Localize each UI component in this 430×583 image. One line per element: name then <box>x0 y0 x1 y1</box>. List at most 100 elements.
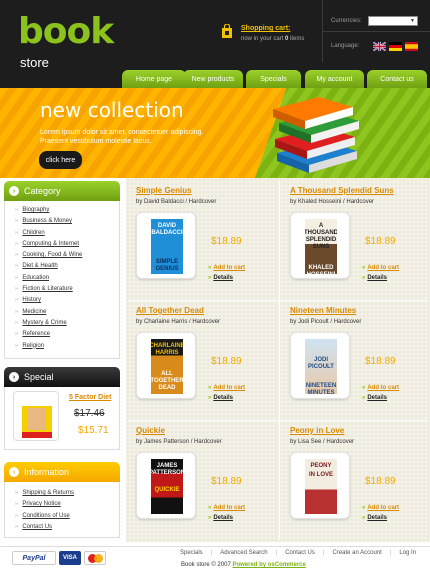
category-link[interactable]: ›› Biography <box>15 205 119 216</box>
book-cover: PEONY IN LOVE <box>305 459 337 514</box>
special-new-price: $15.71 <box>78 425 109 436</box>
footer-link-contact-us[interactable]: Contact Us <box>285 550 315 556</box>
category-link[interactable]: ›› Cooking, Food & Wine <box>15 250 119 261</box>
category-link[interactable]: ›› History <box>15 295 119 306</box>
product-image[interactable]: JODI PICOULT NINETEEN MINUTES <box>290 332 350 399</box>
tab-specials[interactable]: Specials <box>246 70 301 88</box>
special-product-image[interactable] <box>13 391 59 441</box>
product-title[interactable]: Quickie <box>136 426 165 435</box>
flag-spain-icon[interactable] <box>405 42 418 51</box>
chevron-right-icon: › <box>9 467 19 477</box>
add-to-cart-link[interactable]: » Add to cart <box>208 505 245 511</box>
product-author: by Charlaine Harris / Hardcover <box>136 319 221 325</box>
product-price: $18.89 <box>365 356 396 367</box>
special-box: › Special 5 Factor Diet $17.46 $15.71 <box>4 367 120 450</box>
footer-link-create-account[interactable]: Create an Account <box>332 550 381 556</box>
information-link[interactable]: ›› Privacy Notice <box>15 499 119 510</box>
product-price: $18.89 <box>365 476 396 487</box>
category-link[interactable]: ›› Medicine <box>15 307 119 318</box>
category-title: Category <box>24 186 61 196</box>
add-to-cart-link[interactable]: » Add to cart <box>208 385 245 391</box>
chevron-down-icon: ▼ <box>410 18 415 24</box>
diet-book-cover <box>22 396 52 438</box>
product-title[interactable]: Peony in Love <box>290 426 344 435</box>
add-to-cart-link[interactable]: » Add to cart <box>208 265 245 271</box>
oscommerce-link[interactable]: Powered by osCommerce <box>232 562 305 568</box>
book-cover: DAVID BALDACCI SIMPLE GENIUS <box>151 219 183 274</box>
paypal-logo: PayPal <box>12 551 56 565</box>
category-link[interactable]: ›› Fiction & Literature <box>15 284 119 295</box>
book-cover: CHARLAINE HARRIS ALL TOGETHER DEAD <box>151 339 183 394</box>
category-link[interactable]: ›› Religion <box>15 341 119 352</box>
information-box: › Information ›› Shipping & Returns ›› Pri… <box>4 462 120 538</box>
details-link[interactable]: » Details <box>208 515 233 521</box>
banner-text: Lorem ipsum dolor sit amet, consectetuer… <box>40 129 204 145</box>
product-image[interactable]: CHARLAINE HARRIS ALL TOGETHER DEAD <box>136 332 196 399</box>
footer-nav: Specials | Advanced Search | Contact Us | Crea… <box>180 550 417 556</box>
details-link[interactable]: » Details <box>362 515 387 521</box>
chevron-right-icon: › <box>9 372 19 382</box>
details-link[interactable]: » Details <box>362 395 387 401</box>
product-title[interactable]: Simple Genius <box>136 186 192 195</box>
site-header: book store Shopping cart: now in your ca… <box>0 0 430 88</box>
logo-wordmark[interactable]: book <box>18 14 114 50</box>
product-image[interactable]: PEONY IN LOVE <box>290 452 350 519</box>
details-link[interactable]: » Details <box>362 275 387 281</box>
category-link[interactable]: ›› Mystery & Crime <box>15 318 119 329</box>
category-link[interactable]: ›› Diet & Health <box>15 261 119 272</box>
copyright: Book store © 2007 Powered by osCommerce <box>181 562 306 568</box>
product-image[interactable]: DAVID BALDACCI SIMPLE GENIUS <box>136 212 196 279</box>
product-image[interactable]: A THOUSAND SPLENDID SUNSKHALED HOSSEINI <box>290 212 350 279</box>
footer-link-specials[interactable]: Specials <box>180 550 203 556</box>
information-link[interactable]: ›› Conditions of Use <box>15 511 119 522</box>
information-link[interactable]: ›› Contact Us <box>15 522 119 533</box>
shopping-cart-link[interactable]: Shopping cart: <box>241 25 290 32</box>
product-card: Nineteen Minutes by Jodi Picoult / Hardc… <box>280 298 430 418</box>
tab-contact-us[interactable]: Contact us <box>367 70 427 88</box>
details-link[interactable]: » Details <box>208 275 233 281</box>
footer-link-log-in[interactable]: Log In <box>399 550 416 556</box>
product-author: by Lisa See / Hardcover <box>290 439 355 445</box>
product-title[interactable]: Nineteen Minutes <box>290 306 356 315</box>
special-title: Special <box>24 372 54 382</box>
add-to-cart-link[interactable]: » Add to cart <box>362 385 399 391</box>
language-label: Language: <box>331 43 360 49</box>
tab-home-page[interactable]: Home page <box>122 70 186 88</box>
tab-my-account[interactable]: My account <box>305 70 364 88</box>
product-title[interactable]: A Thousand Splendid Suns <box>290 186 394 195</box>
information-link[interactable]: ›› Shipping & Returns <box>15 488 119 499</box>
cart-count: 0 <box>285 36 289 42</box>
product-image[interactable]: JAMES PATTERSONQUICKIE <box>136 452 196 519</box>
category-link[interactable]: ›› Computing & Internet <box>15 239 119 250</box>
product-card: Quickie by James Patterson / Hardcover J… <box>126 418 276 538</box>
product-author: by Jodi Picoult / Hardcover <box>290 319 362 325</box>
add-to-cart-link[interactable]: » Add to cart <box>362 265 399 271</box>
special-content: 5 Factor Diet $17.46 $15.71 <box>4 387 120 450</box>
promo-banner: new collection Lorem ipsum dolor sit ame… <box>0 88 430 178</box>
product-price: $18.89 <box>365 236 396 247</box>
details-link[interactable]: » Details <box>208 395 233 401</box>
book-cover: JAMES PATTERSONQUICKIE <box>151 459 183 514</box>
currency-select[interactable]: ▼ <box>368 16 418 26</box>
product-title[interactable]: All Together Dead <box>136 306 204 315</box>
shopping-bag-icon[interactable] <box>221 24 233 38</box>
cart-status-suffix: items <box>290 36 305 42</box>
tab-new-products[interactable]: New products <box>183 70 243 88</box>
category-link[interactable]: ›› Business & Money <box>15 216 119 227</box>
category-list: ›› Biography ›› Business & Money ›› Childre… <box>4 201 120 359</box>
footer-link-advanced-search[interactable]: Advanced Search <box>220 550 267 556</box>
book-stack-illustration <box>273 97 359 173</box>
category-link[interactable]: ›› Children <box>15 228 119 239</box>
product-card: Simple Genius by David Baldacci / Hardco… <box>126 178 276 298</box>
book-cover: A THOUSAND SPLENDID SUNSKHALED HOSSEINI <box>305 219 337 274</box>
category-link[interactable]: ›› Education <box>15 273 119 284</box>
currencies-label: Currencies: <box>331 18 362 24</box>
click-here-button[interactable]: click here <box>39 151 82 169</box>
flag-uk-icon[interactable] <box>373 42 386 51</box>
flag-germany-icon[interactable] <box>389 42 402 51</box>
category-link[interactable]: ›› Reference <box>15 329 119 340</box>
special-product-title[interactable]: 5 Factor Diet <box>69 394 111 401</box>
add-to-cart-link[interactable]: » Add to cart <box>362 505 399 511</box>
product-card: Peony in Love by Lisa See / Hardcover PE… <box>280 418 430 538</box>
special-header: › Special <box>4 367 120 387</box>
